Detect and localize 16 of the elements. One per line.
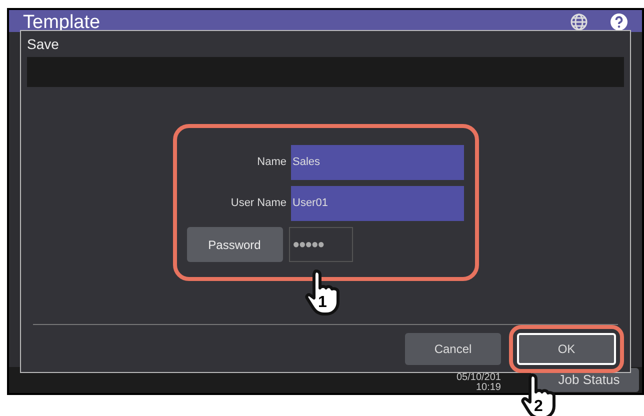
dialog-title: Save — [26, 35, 60, 54]
date-text: 05/10/201 — [456, 373, 501, 383]
screen-title: Template — [23, 11, 102, 35]
help-icon[interactable] — [610, 13, 628, 31]
field-label: User Name — [230, 196, 286, 212]
cancel-button[interactable]: Cancel — [405, 332, 501, 364]
field-label: Name — [256, 155, 286, 170]
time-text: 10:19 — [476, 383, 501, 393]
step-number: 1 — [318, 295, 327, 311]
input-field[interactable]: User01 — [290, 186, 464, 221]
input-field[interactable]: Sales — [290, 145, 464, 180]
step-number: 2 — [534, 399, 543, 415]
ok-button[interactable]: OK — [517, 332, 616, 364]
password-button[interactable]: Password — [186, 227, 282, 262]
password-field[interactable]: ●●●●● — [288, 227, 352, 262]
globe-icon[interactable] — [570, 13, 588, 31]
